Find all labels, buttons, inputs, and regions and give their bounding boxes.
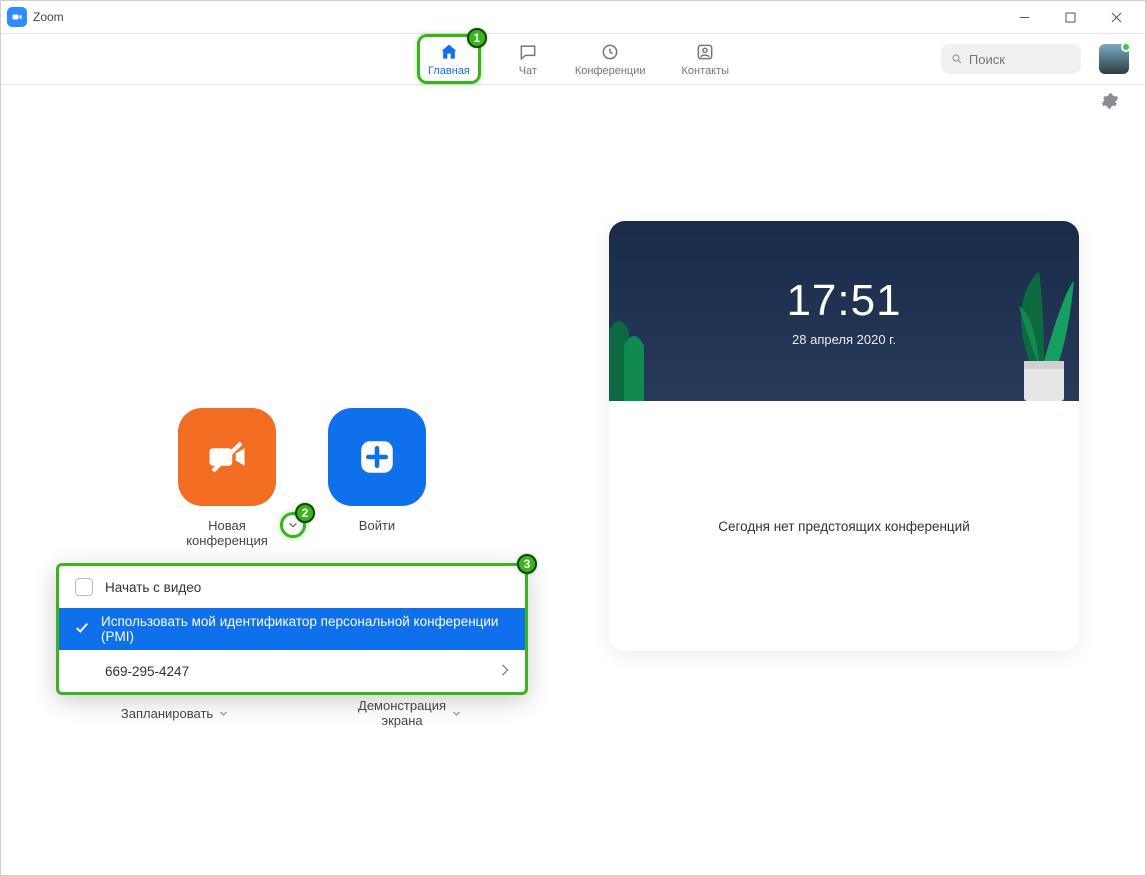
new-meeting-dropdown-toggle[interactable]: 2: [280, 512, 306, 538]
right-pane: 17:51 28 апреля 2020 г. Сегодня нет пред…: [563, 121, 1105, 835]
no-meetings-message: Сегодня нет предстоящих конференций: [718, 519, 970, 534]
window-controls: [1001, 3, 1139, 31]
tab-chat[interactable]: Чат: [517, 34, 539, 84]
avatar[interactable]: [1099, 44, 1129, 74]
pmi-number: 669-295-4247: [105, 664, 189, 679]
tile-schedule-label: Запланировать: [121, 706, 213, 721]
maximize-button[interactable]: [1047, 3, 1093, 31]
annotation-badge-3: 3: [517, 554, 537, 574]
chevron-down-icon: [288, 520, 298, 530]
dropdown-start-video[interactable]: Начать с видео: [59, 566, 525, 608]
tile-new-meeting[interactable]: Новая конференция: [172, 408, 282, 548]
new-meeting-dropdown: 3 Начать с видео Использовать мой иденти…: [56, 563, 528, 695]
zoom-window: Zoom Главная 1 Чат: [0, 0, 1146, 876]
join-icon: [328, 408, 426, 506]
clock-date: 28 апреля 2020 г.: [792, 332, 896, 347]
contacts-icon: [694, 41, 716, 63]
dropdown-start-video-label: Начать с видео: [105, 580, 201, 595]
clock-banner: 17:51 28 апреля 2020 г.: [609, 221, 1079, 401]
chevron-down-icon: [219, 706, 228, 721]
chevron-down-icon: [452, 706, 461, 721]
plant-decoration-left: [609, 291, 679, 401]
search-input[interactable]: [969, 52, 1071, 67]
settings-button[interactable]: [1101, 92, 1119, 115]
sub-bar: [1, 85, 1145, 121]
tile-join[interactable]: Войти: [322, 408, 432, 548]
tile-share[interactable]: Демонстрация экрана: [358, 698, 461, 728]
minimize-button[interactable]: [1001, 3, 1047, 31]
window-title: Zoom: [33, 10, 64, 24]
tile-join-label: Войти: [359, 518, 395, 533]
action-tiles: Новая конференция Войти 2: [172, 408, 432, 548]
dropdown-use-pmi[interactable]: Использовать мой идентификатор персональ…: [59, 608, 525, 650]
upcoming-panel: Сегодня нет предстоящих конференций: [609, 401, 1079, 651]
titlebar: Zoom: [1, 1, 1145, 33]
presence-indicator: [1121, 42, 1131, 52]
tab-home[interactable]: Главная 1: [417, 34, 481, 84]
tab-contacts-label: Контакты: [682, 65, 730, 77]
clock-card: 17:51 28 апреля 2020 г. Сегодня нет пред…: [609, 221, 1079, 651]
clock-time: 17:51: [786, 276, 901, 326]
tile-schedule[interactable]: Запланировать: [121, 698, 228, 728]
gear-icon: [1101, 92, 1119, 110]
tab-home-label: Главная: [428, 65, 470, 77]
lower-tile-labels: Запланировать Демонстрация экрана: [56, 698, 526, 728]
new-meeting-icon: [178, 408, 276, 506]
home-icon: [438, 41, 460, 63]
close-button[interactable]: [1093, 3, 1139, 31]
tab-meetings[interactable]: Конференции: [575, 34, 646, 84]
app-icon: [7, 7, 27, 27]
search-icon: [951, 52, 963, 66]
main-content: Новая конференция Войти 2: [1, 121, 1145, 875]
tab-meetings-label: Конференции: [575, 65, 646, 77]
tile-new-meeting-label: Новая конференция: [186, 518, 268, 548]
tab-contacts[interactable]: Контакты: [682, 34, 730, 84]
annotation-badge-1: 1: [467, 28, 487, 48]
top-nav: Главная 1 Чат Конференции Контакты: [1, 33, 1145, 85]
tile-share-label: Демонстрация экрана: [358, 698, 446, 728]
plant-decoration-right: [969, 261, 1079, 401]
nav-tabs: Главная 1 Чат Конференции Контакты: [417, 34, 729, 84]
tab-chat-label: Чат: [519, 65, 537, 77]
clock-icon: [599, 41, 621, 63]
search-box[interactable]: [941, 44, 1081, 74]
annotation-badge-2: 2: [295, 503, 315, 523]
chevron-right-icon: [501, 664, 509, 679]
checkmark-icon: [75, 621, 89, 638]
dropdown-pmi-row[interactable]: 669-295-4247: [59, 650, 525, 692]
checkbox-unchecked-icon[interactable]: [75, 578, 93, 596]
left-pane: Новая конференция Войти 2: [41, 121, 563, 835]
chat-icon: [517, 41, 539, 63]
dropdown-use-pmi-label: Использовать мой идентификатор персональ…: [101, 614, 509, 644]
